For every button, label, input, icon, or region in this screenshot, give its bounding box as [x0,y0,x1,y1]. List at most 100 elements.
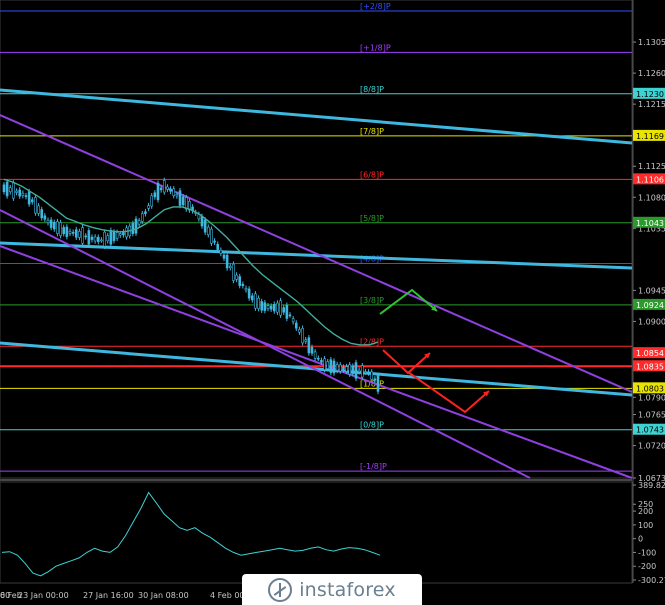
candle-body [219,249,223,254]
candle-body [40,209,44,219]
candle-body [335,364,339,371]
candle-body [310,347,314,354]
candle-body [150,195,154,207]
oscillator-panel: 389.82652502001000-100-200-300.276 [1,481,665,585]
candle-body [52,222,56,230]
oscillator-tick-label: 100 [638,521,653,530]
candle-body [210,228,213,244]
candle-body [282,307,286,313]
candle-body [156,183,160,201]
candle-body [291,318,295,323]
candle-body [153,192,157,198]
logo-text: instaforex [299,578,396,601]
candle-body [84,235,88,238]
candle-body [100,239,103,242]
oscillator-tick-label: 0 [638,535,643,544]
candle-body [65,226,69,237]
candle-body [96,236,100,242]
price-tick-label: 1.0900 [638,317,665,326]
ma-line [4,186,378,383]
candle-body [78,231,81,238]
candle-body [15,190,18,193]
candle-body [200,216,204,227]
candle-body [181,196,185,206]
price-tags: 1.1230 1.1169 1.1106 1.1043 1.0924 1.0854 1.08… [633,87,665,435]
candle-body [238,276,242,286]
candle-body [254,293,257,309]
candle-body [373,378,377,381]
bearish-forecast-arrow-1 [382,349,431,375]
price-tick-label: 1.1215 [638,100,665,109]
candle-body [304,339,308,342]
price-tag-label: 1.0743 [636,426,664,435]
murrey-level-label: [+2/8]P [360,2,391,11]
time-axis: 00 23 Jan 00:00 27 Jan 16:00 30 Jan 08:00 4 … [0,591,257,600]
time-label: 23 Jan 00:00 [18,591,69,600]
oscillator-tick-label: -300.276 [638,576,665,585]
candle-body [12,182,15,199]
candle-body [216,243,220,250]
candle-body [169,188,172,192]
trend-channels [0,88,633,479]
candle-body [329,359,333,373]
price-tick-label: 1.0720 [638,442,665,451]
candle-body [122,231,125,236]
time-label: 6 Feb [0,591,22,600]
candle-body [272,303,276,312]
candle-body [49,219,53,228]
candle-body [118,233,122,236]
candle-body [203,219,207,233]
candle-body [241,283,245,287]
candle-body [279,300,282,316]
channel-line-bottom [0,245,633,479]
price-tick-label: 1.1260 [638,69,665,78]
candle-body [178,190,182,206]
candle-body [166,186,169,190]
candle-body [228,265,232,269]
price-tag-label: 1.0803 [636,384,664,393]
candle-body [213,240,216,243]
candle-body [2,184,6,193]
price-tag-label: 1.0854 [636,349,664,358]
candle-body [266,305,270,309]
candle-body [87,230,91,245]
murrey-level-label: [3/8]P [360,296,384,305]
candle-body [338,364,342,372]
ma-line [3,178,379,346]
candle-body [46,219,50,223]
candle-body [37,205,40,214]
candle-body [206,226,210,236]
candle-body [320,360,323,363]
oscillator-frame [0,481,633,584]
candle-body [106,235,110,242]
time-label: 30 Jan 08:00 [138,591,189,600]
forecast-arrows [379,288,490,414]
price-tag-label: 1.1043 [636,219,664,228]
candle-body [360,365,364,378]
candle-body [144,211,147,215]
oscillator-tick-label: -200 [638,562,656,571]
candle-body [162,180,166,193]
candle-body [81,227,84,244]
candle-body [137,220,141,225]
candle-body [27,191,31,205]
oscillator-tick-label: 389.8265 [638,481,665,490]
candle-body [140,213,144,222]
price-axis: 1.13051.12601.12151.11251.10801.10351.09… [632,0,665,583]
candle-body [235,274,238,280]
candle-body [288,314,292,317]
candle-body [74,229,78,238]
candle-body [348,364,352,375]
candle-body [367,371,370,374]
candle-body [43,215,47,220]
candle-body [21,192,25,196]
candle-body [18,189,22,197]
candle-body [323,358,326,370]
murrey-level-label: [6/8]P [360,170,384,179]
candle-body [5,181,9,197]
oscillator-tick-label: 200 [638,507,653,516]
candle-body [147,205,150,209]
candle-body [103,231,106,247]
candle-body [244,288,248,291]
candle-body [172,188,176,196]
